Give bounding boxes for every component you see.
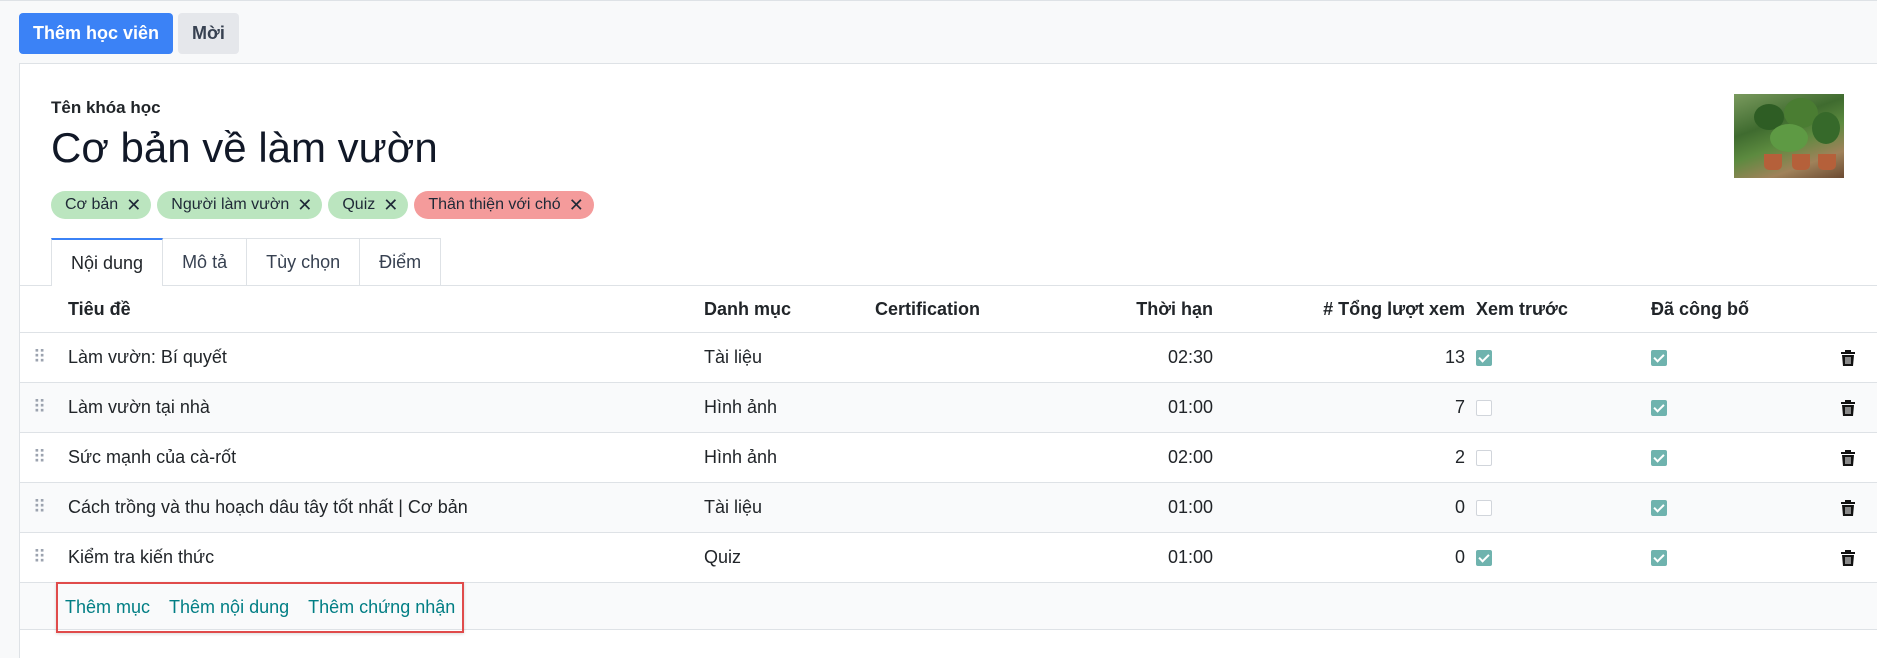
remove-tag-icon[interactable]: ✕	[126, 196, 141, 214]
header-title[interactable]: Tiêu đề	[68, 286, 131, 332]
preview-checkbox[interactable]	[1476, 399, 1492, 416]
row-views: 13	[1444, 347, 1465, 367]
row-duration[interactable]: 01:00	[1020, 383, 1213, 432]
course-name-field[interactable]: Cơ bản về làm vườn	[51, 124, 438, 172]
header-duration[interactable]: Thời hạn	[1020, 286, 1213, 332]
published-checkbox[interactable]	[1651, 449, 1667, 466]
row-title[interactable]: Sức mạnh của cà-rốt	[68, 433, 236, 482]
drag-handle-icon[interactable]: ⠿	[33, 333, 47, 382]
row-duration[interactable]: 01:00	[1020, 483, 1213, 532]
add-line-row: Thêm mục Thêm nội dung Thêm chứng nhận	[20, 582, 1877, 633]
published-checkbox[interactable]	[1651, 349, 1667, 366]
tab-karma[interactable]: Điểm	[359, 238, 442, 285]
row-title[interactable]: Kiểm tra kiến thức	[68, 533, 214, 582]
drag-handle-icon[interactable]: ⠿	[33, 383, 47, 432]
published-checkbox[interactable]	[1651, 549, 1667, 566]
remove-tag-icon[interactable]: ✕	[569, 196, 584, 214]
tag-list: Cơ bản ✕ Người làm vườn ✕ Quiz ✕ Thân thiện…	[51, 191, 594, 219]
row-views: 2	[1454, 447, 1465, 467]
add-content-link[interactable]: Thêm nội dung	[169, 597, 289, 618]
add-actions-highlight: Thêm mục Thêm nội dung Thêm chứng nhận	[56, 582, 465, 633]
header-certification[interactable]: Certification	[875, 286, 980, 332]
trash-icon[interactable]	[1840, 383, 1856, 432]
trash-icon[interactable]	[1840, 433, 1856, 482]
trash-icon[interactable]	[1840, 533, 1856, 582]
table-header: Tiêu đề Danh mục Certification Thời hạn …	[20, 286, 1877, 333]
course-name-label: Tên khóa học	[51, 98, 161, 117]
remove-tag-icon[interactable]: ✕	[383, 196, 398, 214]
add-certification-link[interactable]: Thêm chứng nhận	[308, 597, 455, 618]
row-duration[interactable]: 02:30	[1020, 333, 1213, 382]
row-category[interactable]: Tài liệu	[704, 333, 762, 382]
published-checkbox[interactable]	[1651, 399, 1667, 416]
drag-handle-icon[interactable]: ⠿	[33, 483, 47, 532]
row-title[interactable]: Làm vườn: Bí quyết	[68, 333, 227, 382]
table-row[interactable]: ⠿ Làm vườn tại nhà Hình ảnh 01:00 7	[20, 383, 1877, 433]
trash-icon[interactable]	[1840, 333, 1856, 382]
invite-button[interactable]: Mời	[178, 13, 239, 54]
top-toolbar: Thêm học viên Mời	[19, 13, 239, 54]
tag-basic: Cơ bản ✕	[51, 191, 152, 219]
row-duration[interactable]: 01:00	[1020, 533, 1213, 582]
row-category[interactable]: Tài liệu	[704, 483, 762, 532]
content-table: Tiêu đề Danh mục Certification Thời hạn …	[20, 286, 1877, 633]
add-section-link[interactable]: Thêm mục	[65, 597, 150, 618]
table-row[interactable]: ⠿ Cách trồng và thu hoạch dâu tây tốt nh…	[20, 483, 1877, 533]
row-duration[interactable]: 02:00	[1020, 433, 1213, 482]
tab-description[interactable]: Mô tả	[162, 238, 248, 285]
tab-content[interactable]: Nội dung	[51, 238, 164, 286]
tab-options[interactable]: Tùy chọn	[246, 238, 361, 285]
row-title[interactable]: Cách trồng và thu hoạch dâu tây tốt nhất…	[68, 483, 468, 532]
course-cover-image[interactable]	[1734, 94, 1844, 178]
drag-handle-icon[interactable]: ⠿	[33, 433, 47, 482]
add-students-button[interactable]: Thêm học viên	[19, 13, 174, 54]
preview-checkbox[interactable]	[1476, 499, 1492, 516]
row-views: 7	[1454, 397, 1465, 417]
tag-quiz: Quiz ✕	[328, 191, 409, 219]
header-published[interactable]: Đã công bố	[1651, 286, 1749, 332]
tag-dog-friendly: Thân thiện với chó ✕	[414, 191, 594, 219]
row-title[interactable]: Làm vườn tại nhà	[68, 383, 210, 432]
preview-checkbox[interactable]	[1476, 449, 1492, 466]
remove-tag-icon[interactable]: ✕	[297, 196, 312, 214]
preview-checkbox[interactable]	[1476, 349, 1492, 366]
row-views: 0	[1454, 547, 1465, 567]
drag-handle-icon[interactable]: ⠿	[33, 533, 47, 582]
row-category[interactable]: Hình ảnh	[704, 433, 777, 482]
header-category[interactable]: Danh mục	[704, 286, 791, 332]
tag-gardener: Người làm vườn ✕	[157, 191, 323, 219]
table-row[interactable]: ⠿ Sức mạnh của cà-rốt Hình ảnh 02:00 2	[20, 433, 1877, 483]
form-tabs: Nội dung Mô tả Tùy chọn Điểm	[51, 238, 442, 286]
published-checkbox[interactable]	[1651, 499, 1667, 516]
row-category[interactable]: Quiz	[704, 533, 741, 582]
header-views[interactable]: # Tổng lượt xem	[1220, 286, 1465, 332]
header-preview[interactable]: Xem trước	[1476, 286, 1568, 332]
row-views: 0	[1454, 497, 1465, 517]
course-form-sheet: Tên khóa học Cơ bản về làm vườn Cơ bản ✕ …	[19, 63, 1877, 658]
table-row[interactable]: ⠿ Làm vườn: Bí quyết Tài liệu 02:30 13	[20, 333, 1877, 383]
preview-checkbox[interactable]	[1476, 549, 1492, 566]
table-row[interactable]: ⠿ Kiểm tra kiến thức Quiz 01:00 0	[20, 533, 1877, 583]
row-category[interactable]: Hình ảnh	[704, 383, 777, 432]
trash-icon[interactable]	[1840, 483, 1856, 532]
